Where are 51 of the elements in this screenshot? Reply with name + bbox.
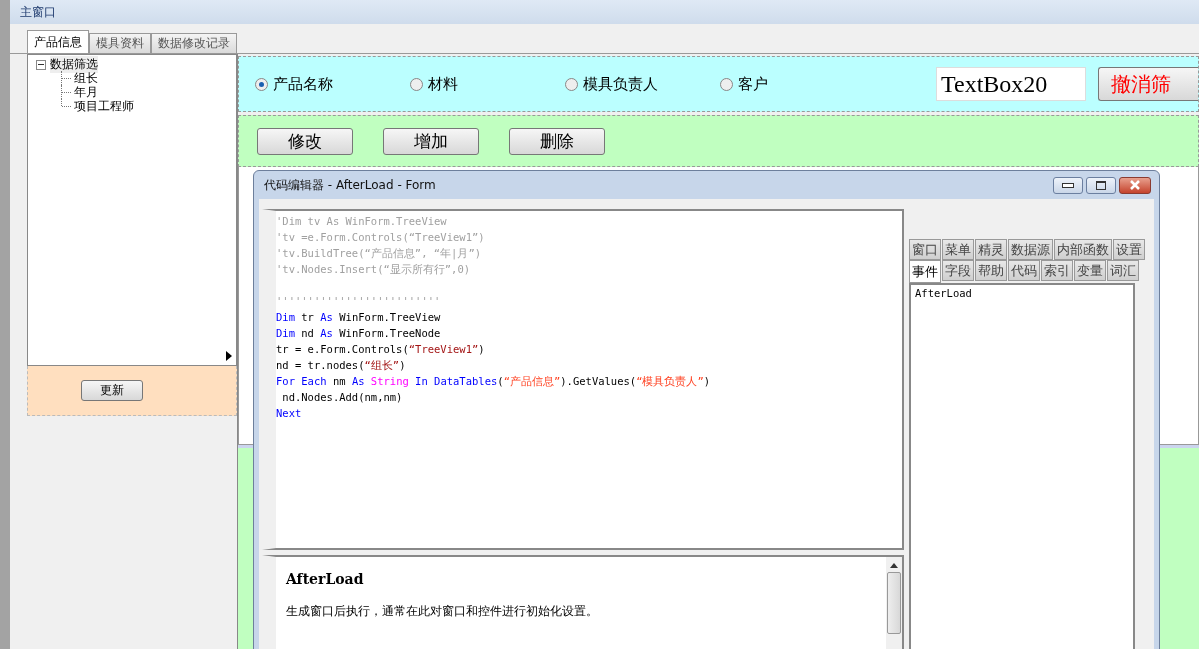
code-line: tr = e.Form.Controls(“TreeView1”)	[276, 342, 486, 357]
tab[interactable]: 产品信息	[27, 30, 89, 53]
close-icon	[1129, 180, 1141, 190]
radio-option[interactable]: 模具负责人	[565, 74, 720, 94]
action-button[interactable]: 删除	[509, 127, 605, 155]
help-text: 生成窗口后执行，通常在此对窗口和控件进行初始化设置。	[286, 603, 599, 620]
tab[interactable]: 数据修改记录	[151, 33, 237, 53]
code-line: 'tv.BuildTree(“产品信息”, “年|月”)	[276, 246, 483, 261]
tab[interactable]: 词汇	[1107, 260, 1139, 281]
tree-node[interactable]: 数据筛选	[50, 56, 98, 73]
close-button[interactable]	[1119, 176, 1151, 194]
tab[interactable]: 帮助	[975, 260, 1007, 281]
tab[interactable]: 事件	[909, 260, 941, 283]
tab[interactable]: 变量	[1074, 260, 1106, 281]
event-item[interactable]: AfterLoad	[915, 287, 1129, 299]
maximize-button[interactable]	[1086, 176, 1116, 194]
radio-option[interactable]: 材料	[410, 74, 565, 94]
code-line: 'Dim tv As WinForm.TreeView	[276, 214, 448, 229]
code-editor[interactable]	[262, 209, 904, 550]
refresh-button[interactable]: 更新	[81, 380, 143, 401]
text-field[interactable]: TextBox20	[936, 67, 1086, 101]
tab[interactable]: 精灵	[975, 239, 1007, 260]
radio-option[interactable]: 产品名称	[255, 74, 410, 94]
action-button[interactable]: 修改	[257, 127, 353, 155]
code-line: Dim nd As WinForm.TreeNode	[276, 326, 442, 341]
code-line: nd = tr.nodes(“组长”)	[276, 358, 407, 373]
code-line: ''''''''''''''''''''''''''	[276, 294, 442, 309]
scroll-right-icon[interactable]	[226, 351, 232, 361]
scroll-up-icon[interactable]	[890, 563, 898, 568]
tab[interactable]: 菜单	[942, 239, 974, 260]
collapse-icon[interactable]	[36, 59, 46, 70]
tab[interactable]: 代码	[1008, 260, 1040, 281]
code-line: nd.Nodes.Add(nm,nm)	[281, 390, 404, 405]
code-line: For Each nm As String In DataTables(“产品信息”).GetValues(“模具负责人”)	[276, 374, 712, 389]
action-button[interactable]: 增加	[383, 127, 479, 155]
minimize-button[interactable]	[1053, 176, 1083, 194]
tab[interactable]: 索引	[1041, 260, 1073, 281]
code-line: Next	[276, 406, 303, 421]
tab[interactable]: 设置	[1113, 239, 1145, 260]
tab[interactable]: 模具资料	[89, 33, 151, 53]
tab[interactable]: 内部函数	[1054, 239, 1112, 260]
help-title: AfterLoad	[286, 571, 365, 587]
dialog-title: 代码编辑器 - AfterLoad - Form	[264, 176, 436, 194]
tab[interactable]: 窗口	[909, 239, 941, 260]
code-line: 'tv =e.Form.Controls(“TreeView1”)	[276, 230, 486, 245]
code-line: Dim tr As WinForm.TreeView	[276, 310, 442, 325]
tab[interactable]: 字段	[942, 260, 974, 281]
tab[interactable]: 数据源	[1008, 239, 1053, 260]
code-line: 'tv.Nodes.Insert(“显示所有行”,0)	[276, 262, 472, 277]
radio-option[interactable]: 客户	[720, 74, 875, 94]
window-title: 主窗口	[20, 3, 56, 21]
